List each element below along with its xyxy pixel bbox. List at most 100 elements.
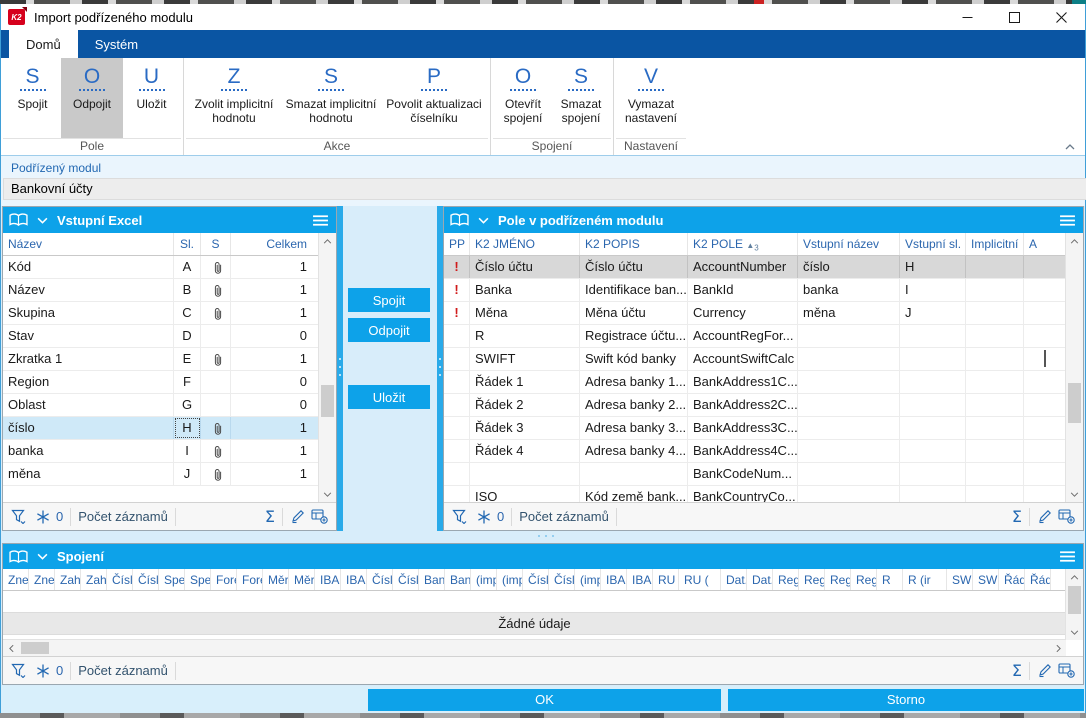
excel-row[interactable]: banka I 1	[3, 440, 336, 463]
scroll-left-arrow[interactable]	[3, 640, 19, 656]
col-header-30[interactable]: Regi	[799, 569, 825, 590]
excel-row[interactable]: Stav D 0	[3, 325, 336, 348]
excel-row[interactable]: Oblast G 0	[3, 394, 336, 417]
col-header-2[interactable]: Zah	[55, 569, 81, 590]
filter-icon[interactable]	[11, 509, 27, 524]
col-header-25[interactable]: RU	[653, 569, 679, 590]
sum-icon[interactable]: Σ	[1012, 662, 1022, 679]
col-header-9[interactable]: Fore	[237, 569, 263, 590]
sum-icon[interactable]: Σ	[1012, 508, 1022, 525]
freeze-icon[interactable]	[36, 510, 50, 524]
col-header-15[interactable]: Čísl	[393, 569, 419, 590]
col-header-8[interactable]: Fore	[211, 569, 237, 590]
col-header-6[interactable]: Spe	[159, 569, 185, 590]
ribbon-button-ulozit[interactable]: U Uložit	[123, 58, 180, 138]
col-header-3[interactable]: Zah	[81, 569, 107, 590]
tab-system[interactable]: Systém	[78, 30, 155, 58]
module-field-row[interactable]: Řádek 2 Adresa banky 2... BankAddress2C...	[444, 394, 1083, 417]
ribbon-button-smazat-spojeni[interactable]: S Smazat spojení	[552, 58, 610, 138]
ribbon-button-zvolit-implicitni[interactable]: Z Zvolit implicitní hodnotu	[187, 58, 281, 138]
col-header-1[interactable]: Zne	[29, 569, 55, 590]
checkbox[interactable]	[1043, 350, 1046, 367]
tab-domu[interactable]: Domů	[9, 30, 78, 58]
col-header-10[interactable]: Měr	[263, 569, 289, 590]
module-field-row[interactable]: ! Banka Identifikace ban... BankId banka I	[444, 279, 1083, 302]
col-header-24[interactable]: IBAN	[627, 569, 653, 590]
col-header-27[interactable]: Dat.	[721, 569, 747, 590]
excel-row[interactable]: Skupina C 1	[3, 302, 336, 325]
module-fields-vertical-scrollbar[interactable]	[1065, 233, 1083, 502]
col-header-1[interactable]: K2 JMÉNO	[470, 233, 580, 255]
col-header-1[interactable]: Sl.	[174, 233, 201, 255]
scroll-down-arrow[interactable]	[1066, 486, 1083, 502]
col-header-2[interactable]: K2 POPIS	[580, 233, 688, 255]
scroll-up-arrow[interactable]	[1066, 569, 1083, 585]
freeze-icon[interactable]	[36, 664, 50, 678]
module-field-row[interactable]: Řádek 4 Adresa banky 4... BankAddress4C...	[444, 440, 1083, 463]
col-header-5[interactable]: Vstupní sl.	[900, 233, 966, 255]
col-header-18[interactable]: (imp	[471, 569, 497, 590]
filter-icon[interactable]	[11, 663, 27, 678]
col-header-16[interactable]: Banl	[419, 569, 445, 590]
col-header-17[interactable]: Banl	[445, 569, 471, 590]
record-count-label[interactable]: Počet záznamů	[519, 509, 609, 524]
excel-row[interactable]: měna J 1	[3, 463, 336, 486]
maximize-button[interactable]	[991, 4, 1038, 30]
storno-button[interactable]: Storno	[728, 689, 1084, 711]
col-header-26[interactable]: RU (	[679, 569, 721, 590]
col-header-7[interactable]: Spe	[185, 569, 211, 590]
excel-row[interactable]: Zkratka 1E 1	[3, 348, 336, 371]
excel-row[interactable]: Region F 0	[3, 371, 336, 394]
col-header-35[interactable]: SWII	[947, 569, 973, 590]
scroll-up-arrow[interactable]	[319, 233, 336, 249]
col-header-34[interactable]: R (ir	[903, 569, 947, 590]
add-record-icon[interactable]	[1058, 509, 1075, 524]
col-header-38[interactable]: Řád	[1025, 569, 1051, 590]
col-header-28[interactable]: Dat.	[747, 569, 773, 590]
ribbon-collapse-button[interactable]	[1065, 144, 1075, 150]
add-record-icon[interactable]	[1058, 663, 1075, 678]
col-header-33[interactable]: R	[877, 569, 903, 590]
chevron-down-icon[interactable]	[478, 217, 489, 224]
record-count-label[interactable]: Počet záznamů	[78, 509, 168, 524]
col-header-14[interactable]: Čísl	[367, 569, 393, 590]
close-button[interactable]	[1038, 4, 1085, 30]
col-header-32[interactable]: Regi	[851, 569, 877, 590]
scroll-right-arrow[interactable]	[1050, 640, 1066, 656]
col-header-12[interactable]: IBAN	[315, 569, 341, 590]
module-value-field[interactable]: Bankovní účty	[3, 178, 1086, 200]
edit-icon[interactable]	[290, 509, 305, 524]
record-count-label[interactable]: Počet záznamů	[78, 663, 168, 678]
chevron-down-icon[interactable]	[37, 217, 48, 224]
edit-icon[interactable]	[1037, 663, 1052, 678]
col-header-36[interactable]: SWII	[973, 569, 999, 590]
col-header-0[interactable]: PP	[444, 233, 470, 255]
col-header-11[interactable]: Měr	[289, 569, 315, 590]
col-header-4[interactable]: Vstupní název	[798, 233, 900, 255]
freeze-icon[interactable]	[477, 510, 491, 524]
scroll-down-arrow[interactable]	[1066, 624, 1083, 640]
scroll-up-arrow[interactable]	[1066, 233, 1083, 249]
ok-button[interactable]: OK	[368, 689, 721, 711]
col-header-21[interactable]: Čísl	[549, 569, 575, 590]
add-record-icon[interactable]	[311, 509, 328, 524]
module-field-row[interactable]: Řádek 1 Adresa banky 1... BankAddress1C...	[444, 371, 1083, 394]
col-header-23[interactable]: IBAN	[601, 569, 627, 590]
col-header-6[interactable]: Implicitní	[966, 233, 1024, 255]
sum-icon[interactable]: Σ	[265, 508, 275, 525]
col-header-37[interactable]: Řád	[999, 569, 1025, 590]
col-header-3[interactable]: Celkem	[231, 233, 320, 255]
hamburger-menu-icon[interactable]	[1059, 550, 1076, 563]
scroll-thumb[interactable]	[321, 385, 334, 417]
hamburger-menu-icon[interactable]	[1059, 214, 1076, 227]
col-header-29[interactable]: Regi	[773, 569, 799, 590]
excel-row[interactable]: Kód A 1	[3, 256, 336, 279]
ribbon-button-vymazat-nastaveni[interactable]: V Vymazat nastavení	[617, 58, 685, 138]
scroll-thumb[interactable]	[1068, 586, 1081, 614]
module-field-row[interactable]: R Registrace účtu... AccountRegFor...	[444, 325, 1083, 348]
module-field-row[interactable]: ! Měna Měna účtu Currency měna J	[444, 302, 1083, 325]
col-header-3[interactable]: K2 POLE ▲3	[688, 233, 798, 255]
col-header-19[interactable]: (imp	[497, 569, 523, 590]
col-header-0[interactable]: Zne	[3, 569, 29, 590]
module-field-row[interactable]: SWIFT Swift kód banky AccountSwiftCalc	[444, 348, 1083, 371]
